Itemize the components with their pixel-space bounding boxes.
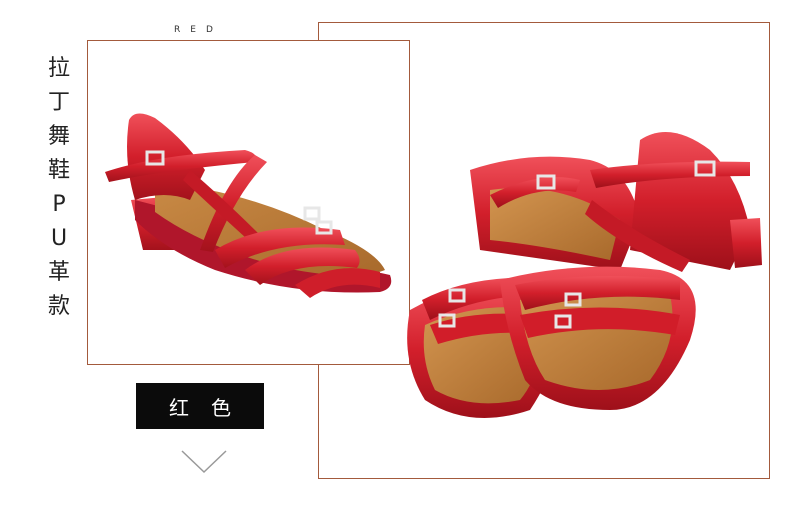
vertical-title: 拉 丁 舞 鞋 P U 革 款 — [44, 58, 74, 330]
title-char: 款 — [47, 294, 70, 319]
title-char: 鞋 — [47, 158, 70, 183]
title-char: P — [52, 192, 66, 217]
color-label: 红色 — [136, 383, 264, 429]
title-char: U — [50, 226, 68, 251]
title-char: 丁 — [47, 90, 70, 115]
title-char: 拉 — [47, 56, 70, 81]
color-tag: RED — [174, 25, 223, 35]
title-char: 革 — [47, 260, 70, 285]
chevron-down-icon — [181, 450, 227, 474]
shoe-pair-image — [407, 132, 762, 418]
title-char: 舞 — [47, 124, 70, 149]
